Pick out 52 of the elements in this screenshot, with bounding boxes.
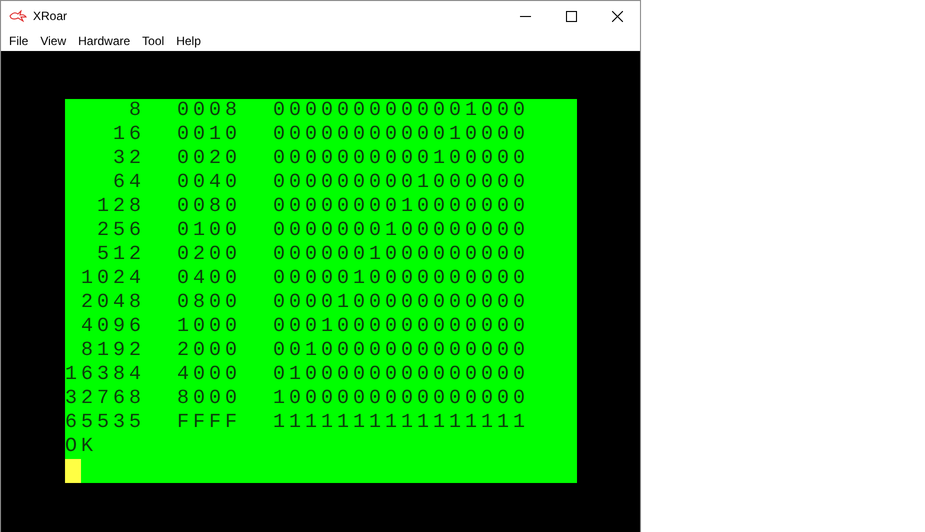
decimal-value: 512	[96, 243, 145, 267]
hex-value: 2000	[177, 339, 241, 363]
decimal-value: 16	[112, 123, 145, 147]
hex-value: 1000	[177, 315, 241, 339]
binary-value: 0000000000100000	[273, 147, 530, 171]
decimal-value: 128	[96, 195, 145, 219]
binary-value: 0000000000010000	[273, 123, 530, 147]
binary-value: 0000000010000000	[273, 195, 530, 219]
text-cursor	[65, 459, 81, 483]
decimal-value: 8192	[80, 339, 145, 363]
hex-value: 0100	[177, 219, 241, 243]
menu-item[interactable]: File	[3, 31, 34, 51]
binary-value: 1000000000000000	[273, 387, 530, 411]
decimal-value: 16384	[65, 363, 145, 387]
binary-value: 0010000000000000	[273, 339, 530, 363]
menu-item[interactable]: View	[34, 31, 72, 51]
hex-value: 0200	[177, 243, 241, 267]
decimal-value: 1024	[80, 267, 145, 291]
prompt-text: OK	[65, 435, 98, 459]
hex-value: 0080	[177, 195, 241, 219]
maximize-icon	[566, 10, 576, 22]
decimal-value: 32	[112, 147, 145, 171]
menu-item[interactable]: Hardware	[72, 31, 136, 51]
binary-value: 0000100000000000	[273, 291, 530, 315]
binary-value: 0001000000000000	[273, 315, 530, 339]
hex-value: 0008	[177, 99, 241, 123]
hex-value: 0400	[177, 267, 241, 291]
binary-value: 0000010000000000	[273, 267, 530, 291]
hex-value: 0800	[177, 291, 241, 315]
decimal-value: 256	[96, 219, 145, 243]
binary-value: 1111111111111111	[273, 411, 530, 435]
binary-value: 0000000100000000	[273, 219, 530, 243]
decimal-value: 2048	[80, 291, 145, 315]
decimal-value: 65535	[65, 411, 145, 435]
menu-item[interactable]: Help	[170, 31, 207, 51]
binary-value: 0000001000000000	[273, 243, 530, 267]
hex-value: 0010	[177, 123, 241, 147]
decimal-value: 64	[112, 171, 145, 195]
decimal-value: 4096	[80, 315, 145, 339]
menu-item[interactable]: Tool	[136, 31, 170, 51]
hex-value: 8000	[177, 387, 241, 411]
decimal-value: 8	[128, 99, 145, 123]
window-title: XRoar	[33, 9, 68, 23]
decimal-value: 32768	[65, 387, 145, 411]
hex-value: FFFF	[177, 411, 241, 435]
hex-value: 0040	[177, 171, 241, 195]
binary-value: 0000000001000000	[273, 171, 530, 195]
close-icon	[612, 10, 622, 22]
hex-value: 0020	[177, 147, 241, 171]
binary-value: 0100000000000000	[273, 363, 530, 387]
binary-value: 0000000000001000	[273, 99, 530, 123]
hex-value: 4000	[177, 363, 241, 387]
